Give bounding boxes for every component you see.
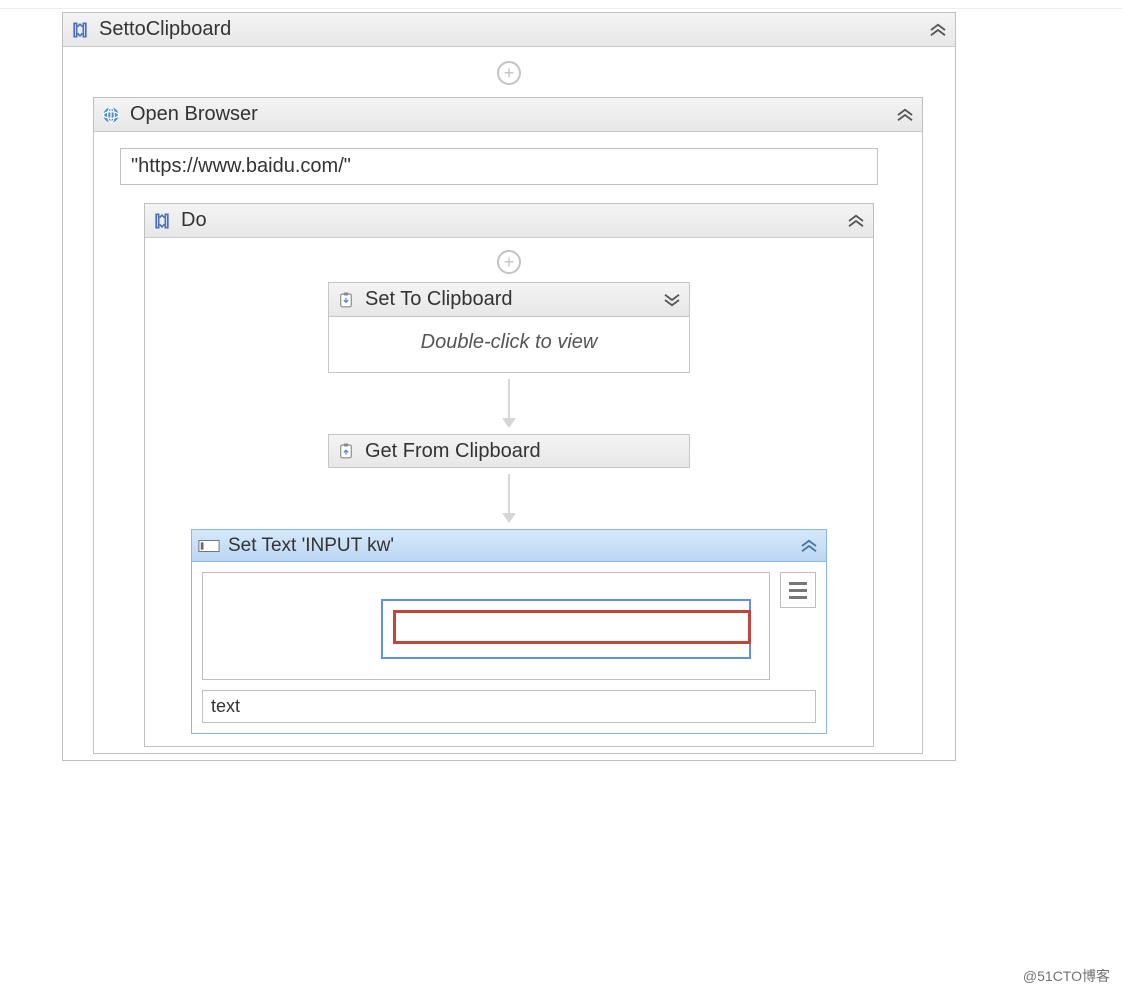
collapse-chevron-icon[interactable]	[896, 108, 914, 122]
collapse-chevron-icon[interactable]	[847, 214, 865, 228]
set-text-value-input[interactable]: text	[202, 690, 816, 723]
set-to-clipboard-header[interactable]: Set To Clipboard	[329, 283, 689, 317]
sequence-icon	[151, 210, 173, 232]
set-text-activity[interactable]: Set Text 'INPUT kw'	[191, 529, 827, 734]
add-activity-button[interactable]	[497, 250, 521, 274]
do-body: Set To Clipboard Double-click to view	[145, 238, 873, 746]
set-to-clipboard-activity[interactable]: Set To Clipboard Double-click to view	[328, 282, 690, 373]
target-screenshot[interactable]	[202, 572, 770, 680]
sequence-icon	[69, 19, 91, 41]
open-browser-body: "https://www.baidu.com/" Do	[94, 132, 922, 753]
flow-connector	[502, 474, 516, 523]
expand-chevron-icon[interactable]	[663, 293, 681, 307]
sequence-header[interactable]: SettoClipboard	[63, 13, 955, 47]
collapse-chevron-icon[interactable]	[929, 23, 947, 37]
element-selection-inner	[393, 610, 751, 644]
collapse-chevron-icon[interactable]	[800, 539, 818, 553]
set-text-title: Set Text 'INPUT kw'	[228, 535, 792, 557]
options-menu-button[interactable]	[780, 572, 816, 608]
do-panel: Do Set To Cl	[144, 203, 874, 747]
watermark: @51CTO博客	[1023, 966, 1110, 986]
open-browser-header[interactable]: Open Browser	[94, 98, 922, 132]
set-text-body: text	[192, 562, 826, 733]
open-browser-title: Open Browser	[130, 103, 888, 126]
get-from-clipboard-title: Get From Clipboard	[365, 440, 541, 463]
text-field-icon	[198, 535, 220, 557]
get-from-clipboard-activity[interactable]: Get From Clipboard	[328, 434, 690, 468]
target-image-strip	[202, 572, 816, 680]
set-text-header[interactable]: Set Text 'INPUT kw'	[192, 530, 826, 562]
sequence-body: Open Browser "https://www.baidu.com/" Do	[63, 47, 955, 760]
sequence-panel-settoclipboard: SettoClipboard Open Browser "https://www…	[62, 12, 956, 761]
open-browser-panel: Open Browser "https://www.baidu.com/" Do	[93, 97, 923, 754]
do-title: Do	[181, 209, 839, 232]
flow-connector	[502, 379, 516, 428]
do-header[interactable]: Do	[145, 204, 873, 238]
globe-icon	[100, 104, 122, 126]
clipboard-down-icon	[335, 289, 357, 311]
double-click-hint: Double-click to view	[329, 317, 689, 372]
browser-url-input[interactable]: "https://www.baidu.com/"	[120, 148, 878, 185]
sequence-title: SettoClipboard	[99, 18, 921, 41]
set-to-clipboard-title: Set To Clipboard	[365, 288, 655, 311]
clipboard-up-icon	[335, 440, 357, 462]
add-activity-button[interactable]	[497, 61, 521, 85]
